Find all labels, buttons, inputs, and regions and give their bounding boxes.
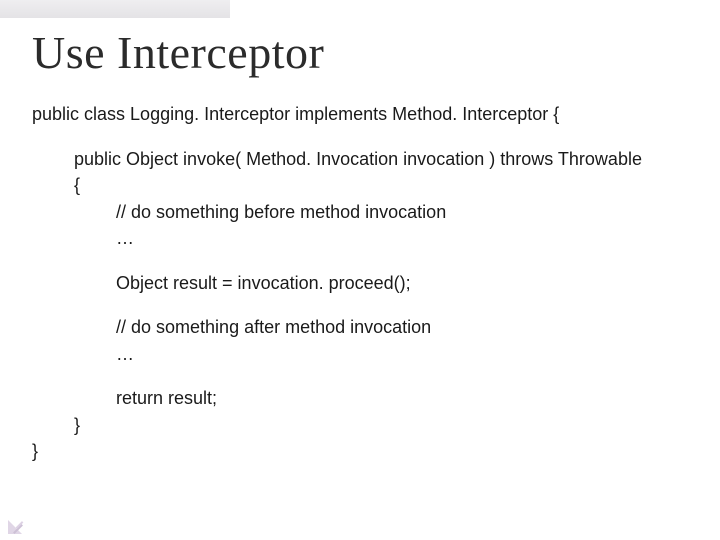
- blank-line: [32, 130, 688, 144]
- code-line-comment-after: // do something after method invocation: [32, 316, 688, 339]
- code-line-class-decl: public class Logging. Interceptor implem…: [32, 103, 688, 126]
- code-line-comment-before: // do something before method invocation: [32, 201, 688, 224]
- code-line-ellipsis-before: …: [32, 227, 688, 250]
- code-line-invoke-proceed: Object result = invocation. proceed();: [32, 272, 688, 295]
- code-line-return: return result;: [32, 387, 688, 410]
- code-line-method-close: }: [32, 414, 688, 437]
- slide-content: Use Interceptor public class Logging. In…: [0, 0, 720, 540]
- blank-line: [32, 254, 688, 268]
- blank-line: [32, 369, 688, 383]
- code-line-method-sig: public Object invoke( Method. Invocation…: [32, 148, 688, 171]
- blank-line: [32, 298, 688, 312]
- code-line-method-open-brace: {: [32, 174, 688, 197]
- corner-decor-icon: [8, 508, 34, 534]
- code-block: public class Logging. Interceptor implem…: [32, 103, 688, 463]
- slide-title: Use Interceptor: [32, 26, 688, 79]
- code-line-ellipsis-after: …: [32, 343, 688, 366]
- code-line-class-close: }: [32, 440, 688, 463]
